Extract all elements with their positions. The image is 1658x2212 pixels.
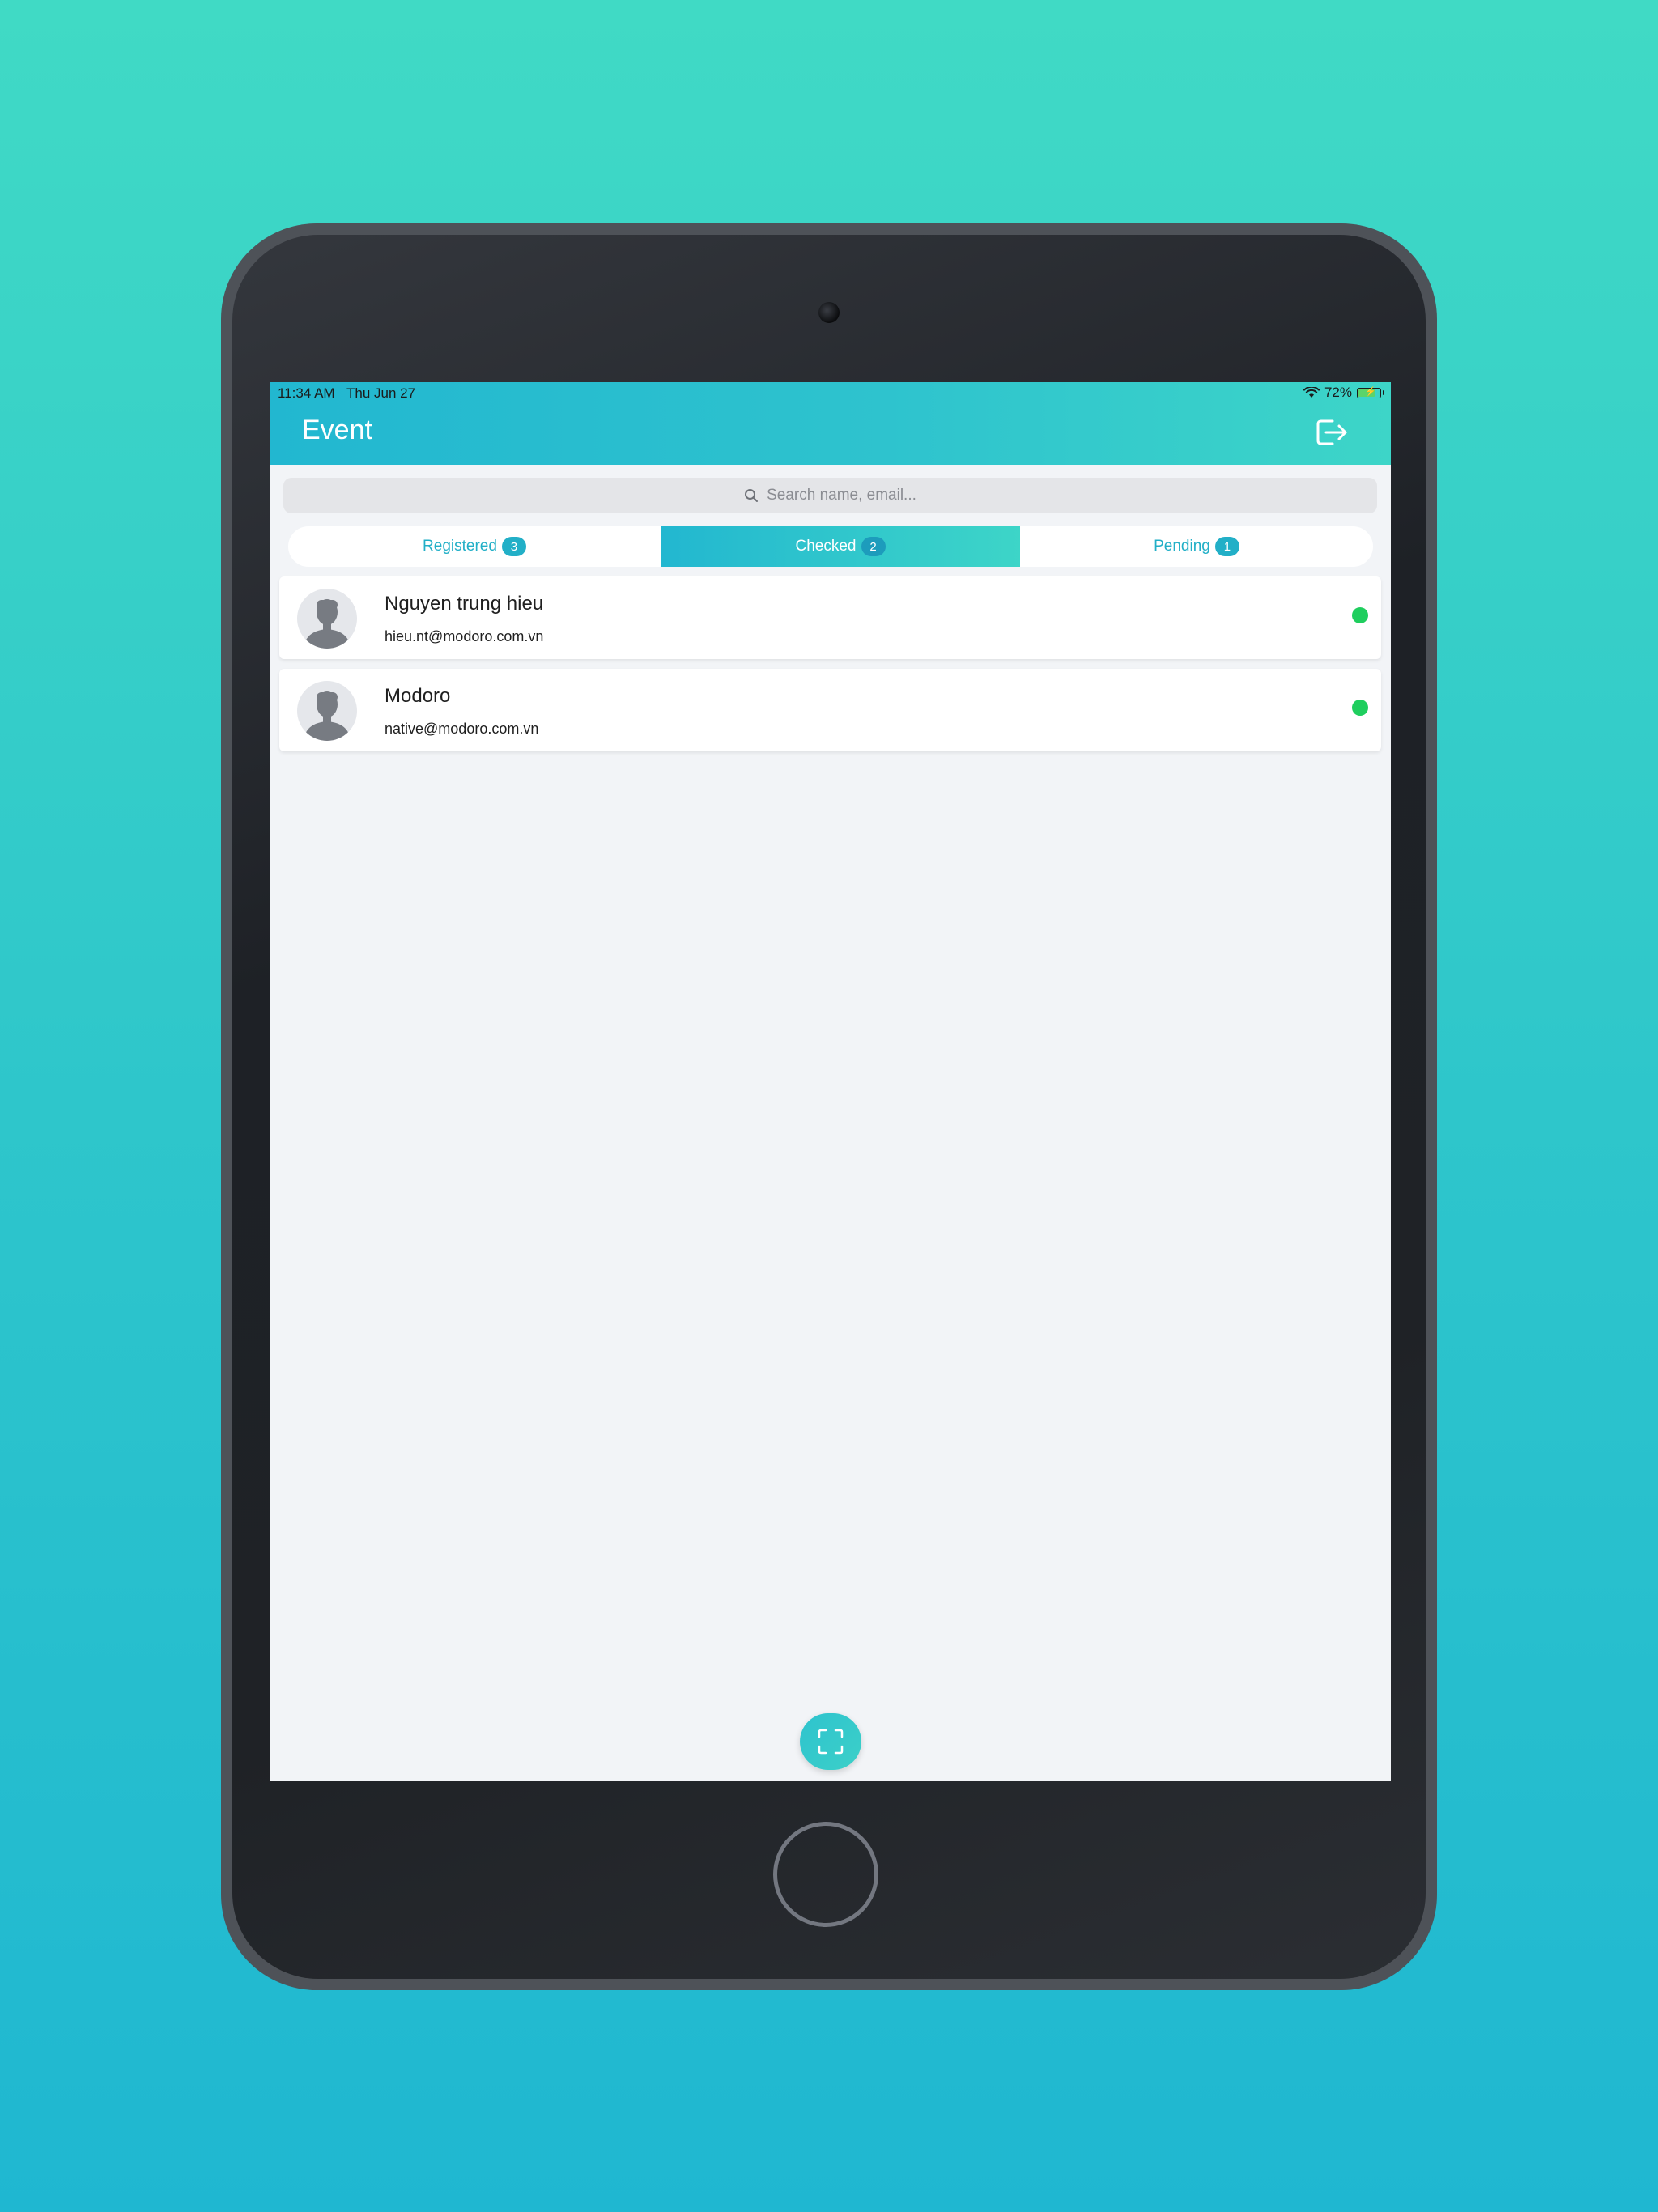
scan-button[interactable] — [800, 1713, 861, 1770]
status-indicator — [1352, 700, 1368, 716]
count-badge: 1 — [1214, 537, 1239, 556]
logout-button[interactable] — [1315, 416, 1350, 449]
count-badge: 2 — [861, 537, 886, 556]
logout-icon — [1316, 419, 1347, 445]
tab-bar: Registered 3 Checked 2 Pending 1 — [288, 526, 1373, 567]
list-item[interactable]: Nguyen trung hieu hieu.nt@modoro.com.vn — [279, 576, 1381, 659]
status-indicators: 72% ⚡ — [1303, 385, 1384, 401]
attendee-email: hieu.nt@modoro.com.vn — [385, 628, 544, 644]
tab-label: Pending — [1154, 538, 1210, 555]
app-screen: 11:34 AM Thu Jun 27 72% ⚡ Event Search n… — [270, 382, 1391, 1781]
avatar — [297, 589, 357, 649]
person-icon — [304, 691, 351, 741]
tab-label: Checked — [795, 538, 857, 555]
status-bar: 11:34 AM Thu Jun 27 72% ⚡ — [270, 382, 1391, 403]
attendee-email: native@modoro.com.vn — [385, 721, 539, 737]
wifi-icon — [1303, 387, 1320, 398]
status-time: 11:34 AM — [278, 385, 335, 401]
camera-icon — [818, 302, 840, 323]
status-date: Thu Jun 27 — [346, 385, 416, 401]
person-icon — [304, 599, 351, 649]
status-indicator — [1352, 607, 1368, 623]
battery-cap — [1383, 390, 1384, 395]
page-title: Event — [302, 415, 372, 445]
battery-icon: ⚡ — [1357, 387, 1381, 398]
tab-pending[interactable]: Pending 1 — [1020, 526, 1373, 567]
attendee-name: Nguyen trung hieu — [385, 593, 544, 615]
search-icon — [745, 489, 759, 502]
tab-registered[interactable]: Registered 3 — [288, 526, 661, 567]
scan-icon — [818, 1729, 844, 1755]
battery-percent: 72% — [1324, 385, 1352, 400]
search-placeholder: Search name, email... — [767, 487, 916, 504]
count-badge: 3 — [501, 537, 526, 556]
tab-checked[interactable]: Checked 2 — [661, 526, 1020, 567]
tab-label: Registered — [423, 538, 497, 555]
search-input[interactable]: Search name, email... — [283, 478, 1377, 513]
app-header: 11:34 AM Thu Jun 27 72% ⚡ Event — [270, 382, 1391, 465]
home-button[interactable] — [773, 1822, 878, 1927]
attendee-name: Modoro — [385, 685, 451, 707]
avatar — [297, 681, 357, 741]
list-item[interactable]: Modoro native@modoro.com.vn — [279, 669, 1381, 751]
